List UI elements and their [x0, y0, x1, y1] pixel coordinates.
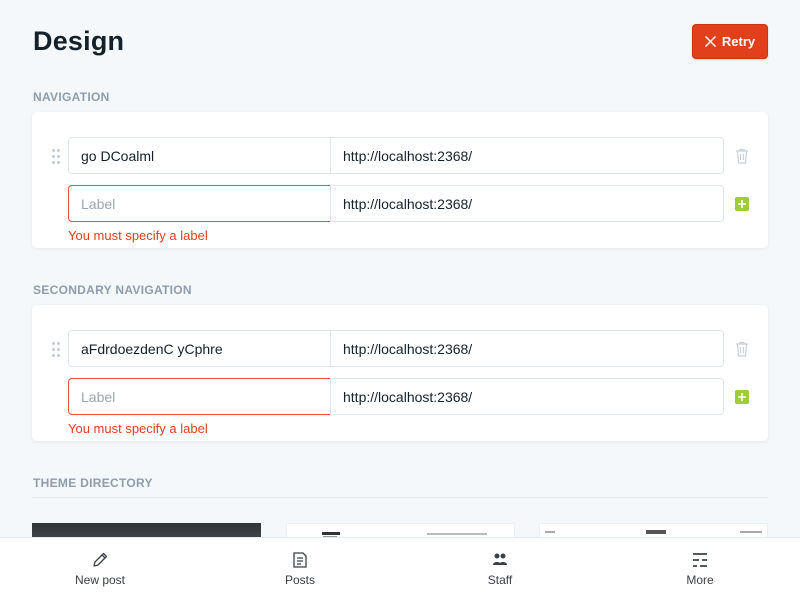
drag-handle-icon[interactable] — [52, 149, 60, 165]
add-icon[interactable] — [735, 390, 749, 404]
bottom-nav: New post Posts Staff More — [0, 537, 800, 600]
plus-icon — [738, 200, 746, 208]
plus-icon — [738, 393, 746, 401]
trash-icon[interactable] — [735, 341, 749, 357]
nav-staff-label: Staff — [487, 573, 513, 587]
nav-more-label: More — [686, 573, 714, 587]
navigation-section-title: NAVIGATION — [33, 90, 110, 104]
nav-item-label-input[interactable]: go DCoalml — [68, 137, 331, 174]
nav-new-post[interactable]: New post — [0, 538, 200, 600]
theme-directory-section-title: THEME DIRECTORY — [33, 476, 153, 490]
label-error-message: You must specify a label — [68, 421, 208, 436]
secondary-nav-item-label-input[interactable]: aFdrdoezdenC yCphre — [68, 330, 331, 367]
pencil-icon — [93, 552, 108, 567]
navigation-card: go DCoalml http://localhost:2368/ Label … — [32, 112, 768, 248]
retry-button[interactable]: Retry — [692, 24, 768, 59]
new-nav-label-input[interactable]: Label — [68, 185, 331, 222]
page-title: Design — [33, 26, 125, 56]
new-nav-url-input[interactable]: http://localhost:2368/ — [330, 185, 724, 222]
secondary-nav-item-url-input[interactable]: http://localhost:2368/ — [330, 330, 724, 367]
new-secondary-nav-url-input[interactable]: http://localhost:2368/ — [330, 378, 724, 415]
label-error-message: You must specify a label — [68, 228, 208, 243]
nav-posts[interactable]: Posts — [200, 538, 400, 600]
more-icon — [693, 553, 707, 567]
secondary-navigation-section-title: SECONDARY NAVIGATION — [33, 283, 192, 297]
secondary-navigation-card: aFdrdoezdenC yCphre http://localhost:236… — [32, 305, 768, 441]
retry-label: Retry — [721, 34, 756, 49]
new-secondary-nav-label-input[interactable]: Label — [68, 378, 331, 415]
theme-divider — [32, 497, 768, 498]
trash-icon[interactable] — [735, 148, 749, 164]
drag-handle-icon[interactable] — [52, 342, 60, 358]
nav-posts-label: Posts — [284, 573, 315, 587]
nav-staff[interactable]: Staff — [400, 538, 600, 600]
nav-new-post-label: New post — [74, 573, 126, 587]
add-icon[interactable] — [735, 197, 749, 211]
close-icon — [705, 36, 716, 47]
nav-item-url-input[interactable]: http://localhost:2368/ — [330, 137, 724, 174]
nav-more[interactable]: More — [600, 538, 800, 600]
staff-icon — [493, 553, 507, 565]
posts-icon — [293, 552, 307, 568]
